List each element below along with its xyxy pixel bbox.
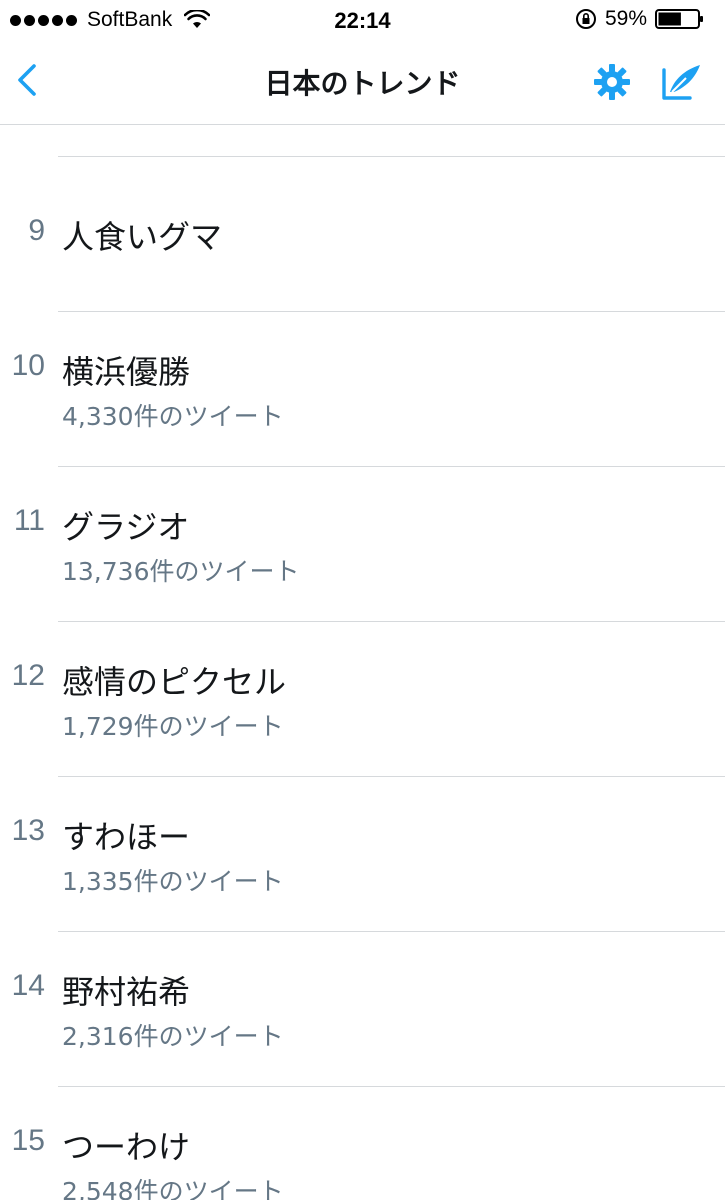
nav-bar: 日本のトレンド bbox=[0, 40, 725, 125]
rotation-lock-icon bbox=[575, 9, 596, 29]
trend-name: グラジオ bbox=[62, 508, 190, 546]
trend-rank: 12 bbox=[11, 659, 45, 692]
trend-rank: 14 bbox=[11, 969, 45, 1002]
trend-item-13[interactable]: 13 すわほー 1,335件のツイート bbox=[0, 776, 725, 931]
trend-name: 野村祐希 bbox=[62, 973, 191, 1011]
trend-name: 人食いグマ bbox=[62, 218, 223, 256]
trend-rank: 9 bbox=[28, 214, 45, 247]
status-right: 59% bbox=[575, 7, 705, 31]
trend-rank: 11 bbox=[13, 504, 45, 537]
battery-percent: 59% bbox=[604, 7, 647, 30]
tweet-count: 1,335件のツイート bbox=[62, 867, 284, 896]
tweet-count: 2,316件のツイート bbox=[62, 1022, 284, 1051]
trend-item-9[interactable]: 9 人食いグマ bbox=[0, 156, 725, 311]
trend-item-12[interactable]: 12 感情のピクセル 1,729件のツイート bbox=[0, 621, 725, 776]
trend-name: 感情のピクセル bbox=[62, 663, 287, 701]
trend-name: すわほー bbox=[62, 818, 191, 856]
tweet-count: 13,736件のツイート bbox=[62, 557, 300, 586]
trend-rank: 15 bbox=[11, 1124, 45, 1157]
gear-icon[interactable] bbox=[592, 62, 632, 102]
trend-rank: 13 bbox=[11, 814, 45, 847]
trend-item-14[interactable]: 14 野村祐希 2,316件のツイート bbox=[0, 931, 725, 1086]
trend-item-11[interactable]: 11 グラジオ 13,736件のツイート bbox=[0, 466, 725, 621]
screen: SoftBank 22:14 59% 日本のトレンド 9 人食いグマ 10 横浜… bbox=[0, 0, 725, 1200]
compose-icon[interactable] bbox=[660, 62, 704, 102]
trend-name: つーわけ bbox=[62, 1128, 191, 1166]
trend-rank: 10 bbox=[11, 349, 45, 382]
trend-item-10[interactable]: 10 横浜優勝 4,330件のツイート bbox=[0, 311, 725, 466]
tweet-count: 4,330件のツイート bbox=[62, 402, 284, 431]
trend-item-15[interactable]: 15 つーわけ 2,548件のツイート bbox=[0, 1086, 725, 1200]
trend-name: 横浜優勝 bbox=[62, 353, 191, 391]
tweet-count: 1,729件のツイート bbox=[62, 712, 284, 741]
tweet-count: 2,548件のツイート bbox=[62, 1177, 284, 1200]
battery-icon bbox=[655, 9, 703, 29]
status-bar: SoftBank 22:14 59% bbox=[0, 0, 725, 40]
